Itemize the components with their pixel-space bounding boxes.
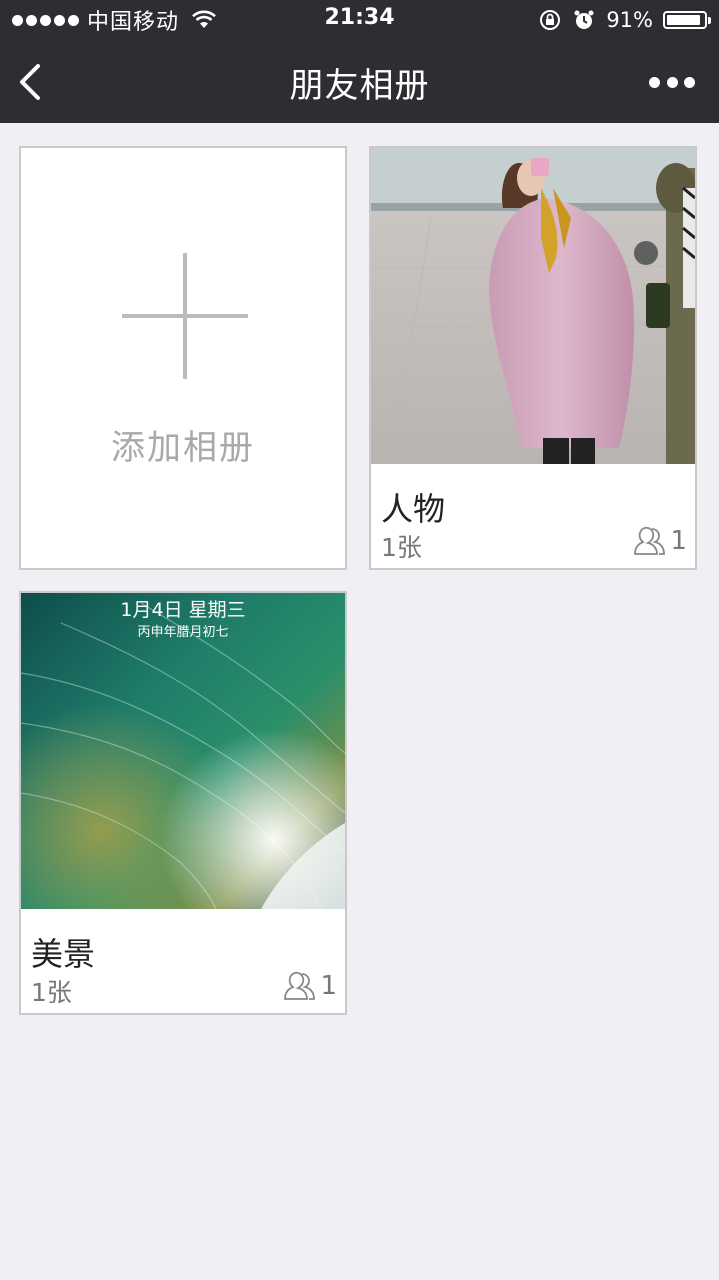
add-album-label: 添加相册 xyxy=(111,428,255,468)
album-members: 1 xyxy=(284,971,337,1001)
status-bar: 中国移动 21:34 91% xyxy=(0,0,719,40)
person-in-pink-coat-photo xyxy=(371,148,695,464)
friends-icon xyxy=(284,971,316,1000)
plus-icon xyxy=(122,253,248,379)
alarm-icon xyxy=(574,10,594,29)
cover-date-text: 1月4日 星期三 xyxy=(120,599,246,621)
status-right: 91% xyxy=(538,6,711,34)
more-dots-icon[interactable] xyxy=(649,70,695,94)
add-album-card[interactable]: 添加相册 xyxy=(19,146,347,570)
album-members: 1 xyxy=(634,526,687,556)
album-name: 人物 xyxy=(381,490,446,528)
cover-lunar-date-text: 丙申年腊月初七 xyxy=(137,625,229,640)
friends-icon xyxy=(634,526,666,555)
album-cover-people xyxy=(371,148,695,464)
battery-percent: 91% xyxy=(606,8,653,32)
battery-icon xyxy=(663,11,711,29)
ocean-wave-lockscreen-photo xyxy=(21,593,345,909)
page-title: 朋友相册 xyxy=(289,66,430,106)
battery-fill xyxy=(667,15,700,25)
album-member-count: 1 xyxy=(320,971,337,1001)
album-card-scenery[interactable]: 1月4日 星期三 丙申年腊月初七 美景 1张 1 xyxy=(19,591,347,1015)
album-photo-count: 1张 xyxy=(31,978,72,1007)
navigation-bar: 朋友相册 xyxy=(0,40,719,123)
rotation-lock-icon xyxy=(540,10,561,30)
album-name: 美景 xyxy=(31,935,96,973)
album-card-people[interactable]: 人物 1张 1 xyxy=(369,146,697,570)
album-photo-count: 1张 xyxy=(381,533,422,562)
album-cover-scenery: 1月4日 星期三 丙申年腊月初七 xyxy=(21,593,345,909)
album-member-count: 1 xyxy=(670,526,687,556)
